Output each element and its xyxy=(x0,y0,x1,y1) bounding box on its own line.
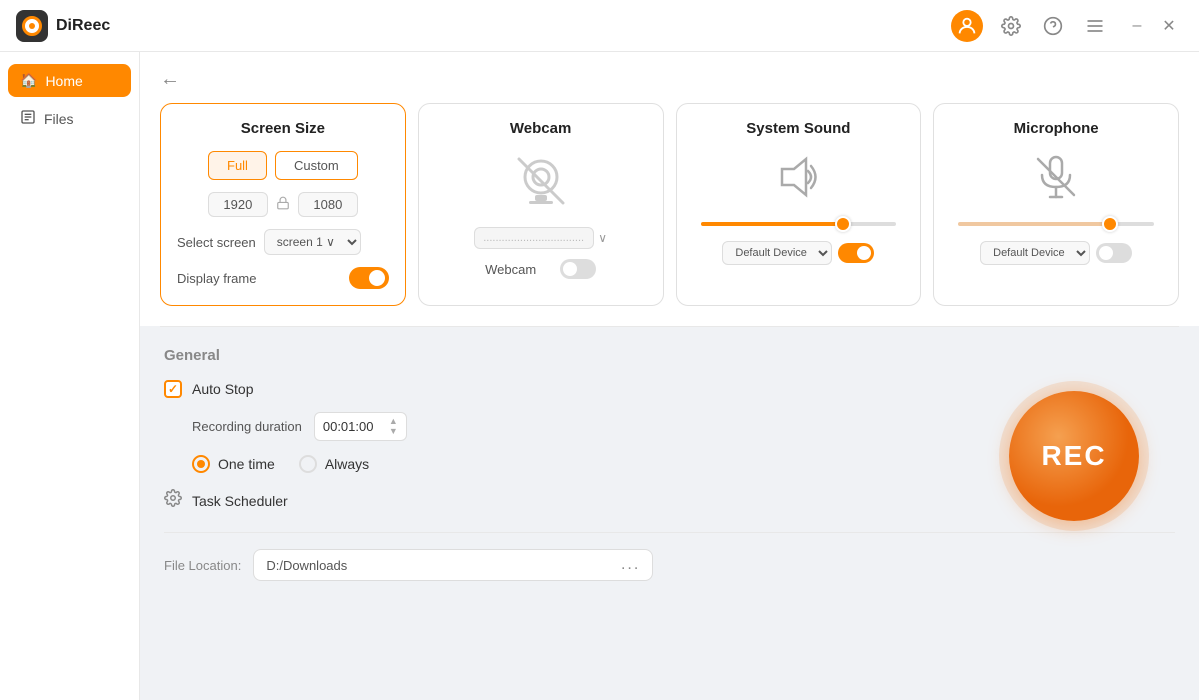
custom-button[interactable]: Custom xyxy=(275,151,358,180)
auto-stop-checkbox[interactable] xyxy=(164,380,182,398)
general-section: General Auto Stop Recording duration ▲ ▼ xyxy=(140,327,1199,601)
duration-input-wrap: ▲ ▼ xyxy=(314,412,407,441)
app-body: 🏠 Home Files ← Screen Size Full Custom xyxy=(0,52,1199,700)
webcam-device-input[interactable] xyxy=(474,227,594,249)
select-row: Select screen screen 1 ∨ screen 2 xyxy=(177,229,389,255)
system-sound-device-select[interactable]: Default Device xyxy=(722,241,832,265)
webcam-toggle[interactable] xyxy=(560,259,596,279)
sidebar: 🏠 Home Files xyxy=(0,52,140,700)
webcam-toggle-label: Webcam xyxy=(485,262,536,277)
app-logo-icon xyxy=(22,16,42,36)
size-buttons: Full Custom xyxy=(177,151,389,180)
one-time-label: One time xyxy=(218,456,275,472)
webcam-select-row: ∨ xyxy=(435,227,647,249)
mic-icon-wrap xyxy=(950,151,1162,203)
full-button[interactable]: Full xyxy=(208,151,267,180)
avatar-button[interactable] xyxy=(951,10,983,42)
duration-input[interactable] xyxy=(323,419,383,434)
duration-spinners: ▲ ▼ xyxy=(389,417,398,436)
display-frame-row: Display frame xyxy=(177,267,389,289)
microphone-title: Microphone xyxy=(950,120,1162,137)
display-frame-toggle[interactable] xyxy=(349,267,389,289)
rec-button-wrap: REC xyxy=(1009,391,1139,521)
select-screen-label: Select screen xyxy=(177,235,256,250)
auto-stop-label: Auto Stop xyxy=(192,381,254,397)
file-location-row: File Location: D:/Downloads ... xyxy=(164,532,1175,581)
close-button[interactable]: ✕ xyxy=(1155,12,1183,40)
webcam-dropdown-btn[interactable]: ∨ xyxy=(598,231,607,245)
mic-device-row: Default Device xyxy=(950,241,1162,265)
app-logo xyxy=(16,10,48,42)
mic-device-select[interactable]: Default Device xyxy=(980,241,1090,265)
microphone-card: Microphone xyxy=(933,103,1179,306)
rec-button[interactable]: REC xyxy=(1009,391,1139,521)
always-option[interactable]: Always xyxy=(299,455,369,473)
system-sound-slider-wrap xyxy=(701,213,897,231)
webcam-toggle-row: Webcam xyxy=(435,259,647,279)
file-path-box: D:/Downloads ... xyxy=(253,549,653,581)
file-more-button[interactable]: ... xyxy=(621,556,640,574)
webcam-card: Webcam ∨ xyxy=(418,103,664,306)
title-bar: DiReec – ✕ xyxy=(0,0,1199,52)
mic-toggle[interactable] xyxy=(1096,243,1132,263)
screen-select[interactable]: screen 1 ∨ screen 2 xyxy=(264,229,361,255)
window-controls: – ✕ xyxy=(1123,12,1183,40)
cards-area: ← Screen Size Full Custom xyxy=(140,52,1199,326)
width-input[interactable] xyxy=(208,192,268,217)
cards-row: Screen Size Full Custom Select screen xyxy=(160,103,1179,306)
title-bar-left: DiReec xyxy=(16,10,110,42)
minimize-button[interactable]: – xyxy=(1123,12,1151,40)
back-button[interactable]: ← xyxy=(160,68,180,91)
webcam-icon-wrap xyxy=(435,151,647,211)
webcam-title: Webcam xyxy=(435,120,647,137)
task-scheduler-label: Task Scheduler xyxy=(192,493,288,509)
one-time-radio[interactable] xyxy=(192,455,210,473)
sidebar-home-label: Home xyxy=(45,73,82,89)
task-scheduler-gear-icon xyxy=(164,489,182,512)
duration-down-btn[interactable]: ▼ xyxy=(389,427,398,436)
sidebar-item-files[interactable]: Files xyxy=(8,101,131,136)
file-location-label: File Location: xyxy=(164,558,241,573)
one-time-option[interactable]: One time xyxy=(192,455,275,473)
system-sound-title: System Sound xyxy=(693,120,905,137)
duration-label: Recording duration xyxy=(192,419,302,434)
home-icon: 🏠 xyxy=(20,72,37,89)
display-frame-label: Display frame xyxy=(177,271,256,286)
sidebar-files-label: Files xyxy=(44,111,74,127)
settings-button[interactable] xyxy=(997,12,1025,40)
lock-icon xyxy=(276,196,290,213)
file-path-text: D:/Downloads xyxy=(266,558,347,573)
help-button[interactable] xyxy=(1039,12,1067,40)
files-icon xyxy=(20,109,36,128)
always-label: Always xyxy=(325,456,369,472)
title-bar-right: – ✕ xyxy=(951,10,1183,42)
screen-size-title: Screen Size xyxy=(177,120,389,137)
height-input[interactable] xyxy=(298,192,358,217)
screen-size-card: Screen Size Full Custom Select screen xyxy=(160,103,406,306)
resolution-row xyxy=(177,192,389,217)
system-sound-toggle[interactable] xyxy=(838,243,874,263)
system-sound-slider[interactable] xyxy=(701,222,897,226)
sidebar-item-home[interactable]: 🏠 Home xyxy=(8,64,131,97)
general-title: General xyxy=(164,347,1175,364)
app-name: DiReec xyxy=(56,17,110,35)
system-sound-card: System Sound Default Device xyxy=(676,103,922,306)
system-sound-device-row: Default Device xyxy=(693,241,905,265)
menu-button[interactable] xyxy=(1081,12,1109,40)
mic-slider-wrap xyxy=(958,213,1154,231)
mic-slider[interactable] xyxy=(958,222,1154,226)
duration-up-btn[interactable]: ▲ xyxy=(389,417,398,426)
always-radio[interactable] xyxy=(299,455,317,473)
sound-icon-wrap xyxy=(693,151,905,203)
main-content: ← Screen Size Full Custom xyxy=(140,52,1199,700)
